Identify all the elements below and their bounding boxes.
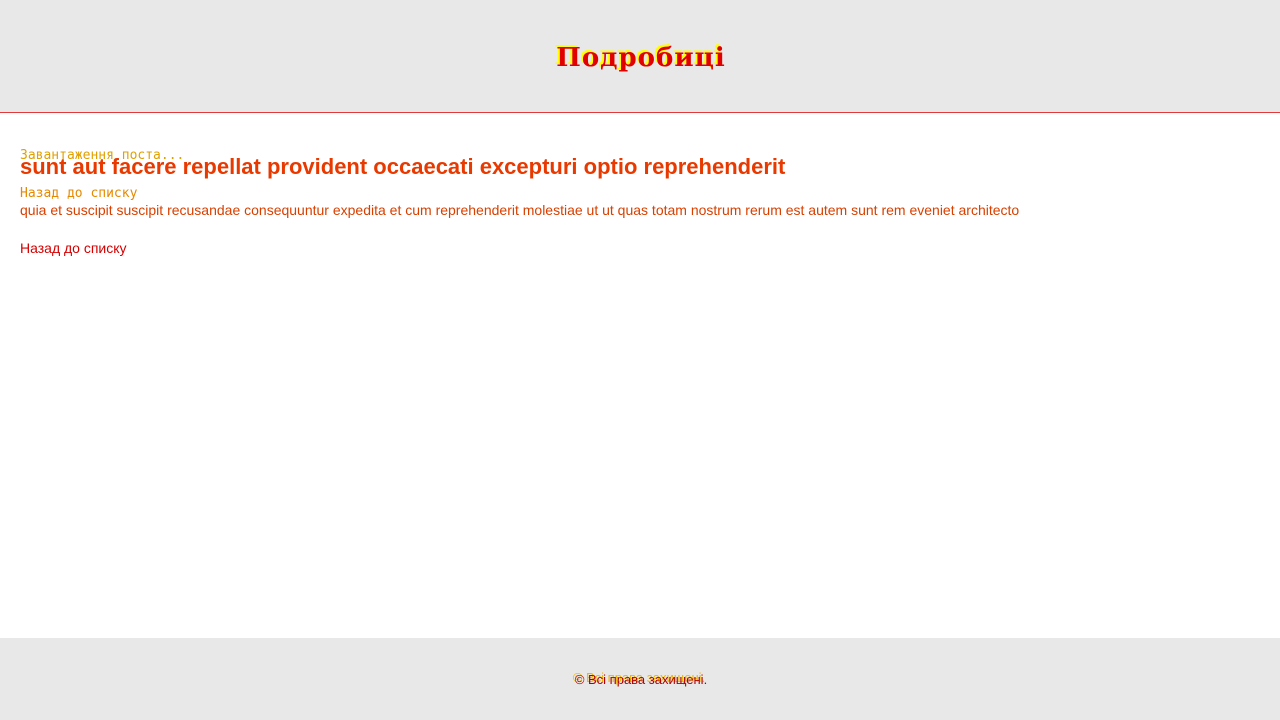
page-header: Подробиці Подробиці — [0, 0, 1280, 113]
post-details: Завантаження поста... sunt aut facere re… — [20, 113, 1260, 638]
footer-copyright: © Всі права захищені. © Всі права захище… — [573, 670, 708, 688]
page-title-text: Подробиці — [556, 43, 726, 73]
back-to-list-text-overlay: Назад до списку — [20, 186, 138, 201]
post-body: quia et suscipit suscipit recusandae con… — [20, 202, 1020, 218]
post-title: sunt aut facere repellat provident occae… — [20, 154, 786, 179]
page-footer: © Всі права захищені. © Всі права захище… — [0, 638, 1280, 720]
footer-text-container: © Всі права захищені. © Всі права захище… — [0, 670, 1280, 688]
back-to-list-link[interactable]: Назад до списку — [20, 239, 127, 257]
footer-copyright-text: © Всі права захищені. — [574, 672, 708, 687]
header-title-container: Подробиці Подробиці — [0, 40, 1280, 74]
page-title: Подробиці Подробиці — [554, 40, 726, 74]
